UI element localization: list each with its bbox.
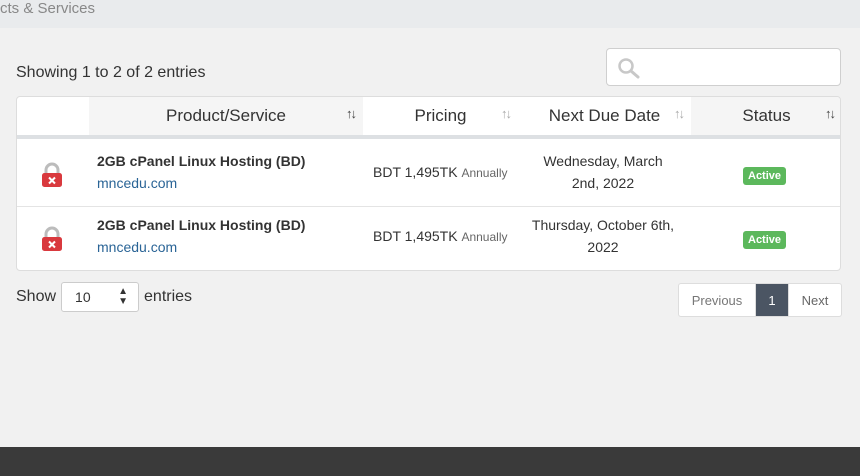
col-product-label: Product/Service <box>166 106 286 125</box>
product-name: 2GB cPanel Linux Hosting (BD) <box>97 217 306 233</box>
search-input[interactable] <box>647 55 832 79</box>
next-due-date: Thursday, October 6th, 2022 <box>517 214 689 258</box>
next-due-date: Wednesday, March 2nd, 2022 <box>517 150 689 194</box>
price: BDT 1,495TK Annually <box>373 164 507 180</box>
table-row[interactable]: 2GB cPanel Linux Hosting (BD) mncedu.com… <box>17 207 840 270</box>
col-next-due-date[interactable]: Next Due Date ↑↓ <box>518 97 691 135</box>
billing-cycle: Annually <box>461 166 508 180</box>
product-domain-link[interactable]: mncedu.com <box>97 175 177 191</box>
length-menu: Show 10 ▲ ▼ entries <box>16 282 192 312</box>
col-pricing[interactable]: Pricing ↑↓ <box>363 97 518 135</box>
lock-icon <box>42 162 62 187</box>
col-pricing-label: Pricing <box>414 106 467 125</box>
col-icon <box>17 97 89 135</box>
product-name: 2GB cPanel Linux Hosting (BD) <box>97 153 306 169</box>
billing-cycle: Annually <box>461 230 508 244</box>
due-date-line: 2nd, 2022 <box>571 175 635 191</box>
sort-icon: ↑↓ <box>501 106 512 121</box>
col-status-label: Status <box>742 106 791 125</box>
entries-label: entries <box>144 288 193 305</box>
previous-page-button[interactable]: Previous <box>679 284 756 316</box>
lock-icon <box>42 226 62 251</box>
table-header: Product/Service ↑↓ Pricing ↑↓ Next Due D… <box>17 97 840 139</box>
showing-entries-info: Showing 1 to 2 of 2 entries <box>16 64 206 81</box>
page-footer <box>0 447 860 476</box>
sort-icon: ↑↓ <box>825 106 836 121</box>
price-amount: BDT 1,495TK <box>373 164 458 180</box>
price: BDT 1,495TK Annually <box>373 228 507 244</box>
sort-icon: ↑↓ <box>346 106 357 121</box>
entries-select-value: 10 <box>75 289 91 305</box>
services-table: Product/Service ↑↓ Pricing ↑↓ Next Due D… <box>16 96 841 271</box>
col-due-label: Next Due Date <box>548 106 661 125</box>
show-label: Show <box>16 288 57 305</box>
due-date-line: 2022 <box>587 239 619 255</box>
select-arrows-icon: ▲ ▼ <box>118 286 129 307</box>
entries-select[interactable]: 10 ▲ ▼ <box>61 282 140 312</box>
due-date-line: Wednesday, March <box>543 153 663 169</box>
product-domain-link[interactable]: mncedu.com <box>97 239 177 255</box>
breadcrumb-bar: cts & Services <box>0 0 860 28</box>
col-status[interactable]: Status ↑↓ <box>691 97 840 135</box>
price-amount: BDT 1,495TK <box>373 228 458 244</box>
status-badge: Active <box>743 231 787 249</box>
status-badge: Active <box>743 167 787 185</box>
sort-icon: ↑↓ <box>674 106 685 121</box>
next-page-button[interactable]: Next <box>788 284 841 316</box>
page-1-button[interactable]: 1 <box>756 284 788 316</box>
search-icon <box>618 58 640 79</box>
table-row[interactable]: 2GB cPanel Linux Hosting (BD) mncedu.com… <box>17 143 840 207</box>
breadcrumb: cts & Services <box>0 0 96 17</box>
due-date-line: Thursday, October 6th, <box>531 217 675 233</box>
pagination: Previous 1 Next <box>678 283 842 317</box>
table-search[interactable] <box>606 48 841 86</box>
col-product-service[interactable]: Product/Service ↑↓ <box>89 97 363 135</box>
